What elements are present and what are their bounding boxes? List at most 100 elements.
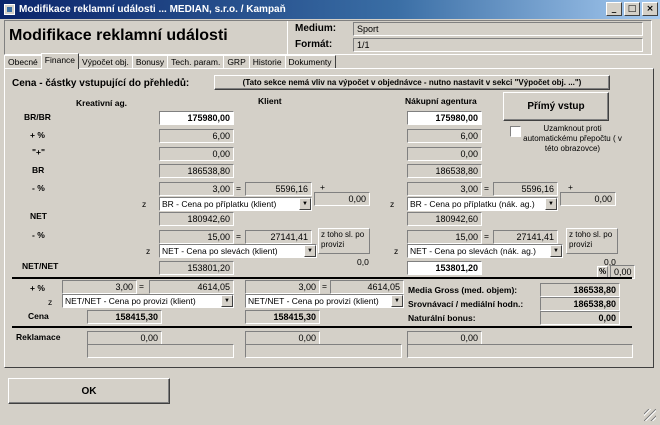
section-note-button[interactable]: (Tato sekce nemá vliv na výpočet v objed… [214,75,610,90]
nak-plus-pct[interactable]: 6,00 [407,129,482,143]
klient-cena: 158415,30 [245,310,320,324]
kreativni-dd-value: NET/NET - Cena po provizi (klient) [65,296,196,306]
klient-provize-note: z toho sl. po provizi [318,228,370,254]
klient-bottom-eq: = [322,281,327,291]
window-title: Modifikace reklamní události ... MEDIAN,… [19,4,286,15]
tab-finance[interactable]: Finance [40,53,80,69]
section-divider-2 [12,326,632,328]
kreativni-plus-pct[interactable]: 3,00 [62,280,137,294]
nak-dd2-value: NET - Cena po slevách (nák. ag.) [410,246,536,256]
klient-minus1-val: 5596,16 [245,182,312,196]
col-klient: Klient [258,96,282,106]
row-netnet: NET/NET [22,261,59,271]
nak-netnet: 153801,20 [407,261,482,275]
minimize-button[interactable]: _ [606,2,622,16]
maximize-button[interactable]: □ [624,2,640,16]
chevron-down-icon[interactable]: ▼ [391,295,403,307]
nak-eq2: = [484,231,489,241]
nak-minus2-pct[interactable]: 15,00 [407,230,482,244]
tab-grp[interactable]: GRP [223,55,250,69]
nat-label: Naturální bonus: [408,313,476,323]
format-field: 1/1 [353,38,643,52]
klient-netnet: 153801,20 [159,261,234,275]
klient-minus2-pct[interactable]: 15,00 [159,230,234,244]
nak-dd1[interactable]: BR - Cena po příplatku (nák. ag.) ▼ [407,197,558,211]
nak-plus-sign: + [568,182,573,192]
chevron-down-icon[interactable]: ▼ [304,245,316,257]
lock-label: Uzamknout proti automatickému přepočtu (… [523,124,622,153]
primy-vstup-button[interactable]: Přímý vstup [503,92,609,121]
kreativni-dd[interactable]: NET/NET - Cena po provizi (klient) ▼ [62,294,234,308]
row-minus1: - % [32,183,45,193]
tab-historie[interactable]: Historie [248,55,286,69]
klient-bottom-dd-value: NET/NET - Cena po provizi (klient) [248,296,379,306]
chevron-down-icon[interactable]: ▼ [545,198,557,210]
gross-value: 186538,80 [540,283,620,297]
klient-bottom-pct[interactable]: 3,00 [245,280,320,294]
klient-minus2-val: 27141,41 [245,230,312,244]
row-reklamace: Reklamace [16,332,61,342]
tab-strip: Obecné Finance Výpočet obj. Bonusy Tech.… [4,53,336,69]
klient-dd1-value: BR - Cena po příplatku (klient) [162,199,277,209]
form-title: Modifikace reklamní události [9,27,228,44]
chevron-down-icon[interactable]: ▼ [221,295,233,307]
form-header: Modifikace reklamní události Medium: Spo… [4,20,652,55]
klient-quote[interactable]: 0,00 [159,147,234,161]
nak-dd2[interactable]: NET - Cena po slevách (nák. ag.) ▼ [407,244,563,258]
col-nakupni: Nákupní agentura [405,96,477,106]
klient-br: 186538,80 [159,164,234,178]
nat-value: 0,00 [540,311,620,325]
srov-label: Srovnávací / mediální hodn.: [408,299,524,309]
close-button[interactable]: × [642,2,658,16]
nak-quote[interactable]: 0,00 [407,147,482,161]
nak-minus2-val: 27141,41 [493,230,558,244]
reklamace-3-note[interactable] [407,344,633,358]
tab-obecne[interactable]: Obecné [4,55,42,69]
ok-button[interactable]: OK [8,378,170,404]
chevron-down-icon[interactable]: ▼ [299,198,311,210]
nak-z1: z [390,199,395,209]
section-title: Cena - částky vstupující do přehledů: [12,78,190,89]
reklamace-3[interactable]: 0,00 [407,331,482,345]
bottom-z1: z [48,297,53,307]
reklamace-2[interactable]: 0,00 [245,331,320,345]
chevron-down-icon[interactable]: ▼ [550,245,562,257]
reklamace-1[interactable]: 0,00 [87,331,162,345]
klient-brbr[interactable]: 175980,00 [159,111,234,125]
nak-br: 186538,80 [407,164,482,178]
klient-eq1: = [236,183,241,193]
nak-minus1-pct[interactable]: 3,00 [407,182,482,196]
nak-extra1[interactable]: 0,00 [560,192,616,206]
format-label: Formát: [295,39,333,50]
klient-z2: z [146,246,151,256]
klient-bottom-val: 4614,05 [330,280,404,294]
klient-extra1[interactable]: 0,00 [314,192,370,206]
tab-bonusy[interactable]: Bonusy [131,55,169,69]
klient-plus-pct[interactable]: 6,00 [159,129,234,143]
gross-label: Media Gross (med. objem): [408,285,518,295]
reklamace-1-note[interactable] [87,344,234,358]
medium-field: Sport [353,22,643,36]
klient-note-val: 0,0 [357,257,369,267]
window-titlebar[interactable]: Modifikace reklamní události ... MEDIAN,… [0,0,660,19]
srov-value: 186538,80 [540,297,620,311]
resize-grip[interactable] [644,409,656,421]
klient-minus1-pct[interactable]: 3,00 [159,182,234,196]
klient-dd2[interactable]: NET - Cena po slevách (klient) ▼ [159,244,317,258]
klient-dd1[interactable]: BR - Cena po příplatku (klient) ▼ [159,197,312,211]
tab-vypocet[interactable]: Výpočet obj. [78,55,133,69]
tab-dokumenty[interactable]: Dokumenty [284,55,336,69]
tab-tech-param[interactable]: Tech. param. [167,55,225,69]
nak-eq1: = [484,183,489,193]
reklamace-2-note[interactable] [245,344,402,358]
klient-bottom-dd[interactable]: NET/NET - Cena po provizi (klient) ▼ [245,294,404,308]
kreativni-cena: 158415,30 [87,310,162,324]
app-icon [4,4,15,15]
nak-z2: z [394,246,399,256]
klient-dd2-value: NET - Cena po slevách (klient) [162,246,278,256]
row-plus1: + % [30,130,45,140]
nak-brbr[interactable]: 175980,00 [407,111,482,125]
nak-net: 180942,60 [407,212,482,226]
medium-label: Medium: [295,23,337,34]
nak-minus1-val: 5596,16 [493,182,558,196]
